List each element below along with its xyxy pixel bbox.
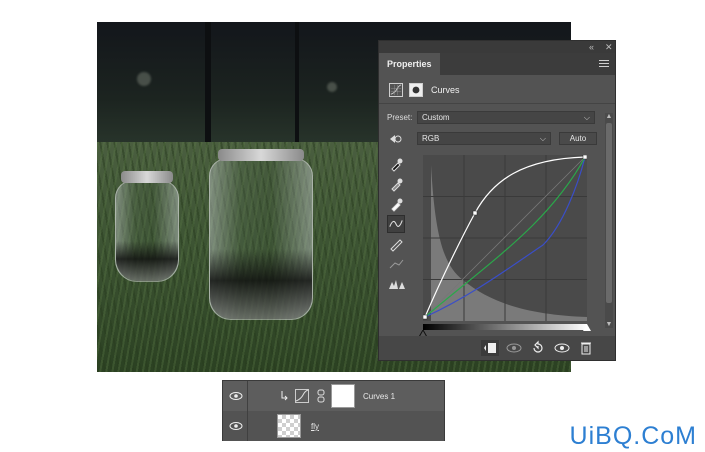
layer-row-curves[interactable]: Curves 1 bbox=[223, 381, 444, 412]
bokeh-light bbox=[327, 82, 337, 92]
scroll-down-icon[interactable]: ▼ bbox=[605, 321, 613, 328]
pencil-icon[interactable] bbox=[387, 235, 405, 253]
layer-name[interactable]: fly bbox=[311, 422, 319, 431]
divider bbox=[379, 103, 615, 104]
properties-panel: « ✕ Properties Curves Preset: Custom ⌵ R… bbox=[378, 40, 616, 361]
visibility-icon[interactable] bbox=[229, 390, 243, 402]
preset-label: Preset: bbox=[387, 113, 413, 122]
layers-panel: Curves 1 fly bbox=[222, 380, 445, 441]
white-point-slider[interactable] bbox=[583, 324, 591, 331]
curves-adjustment-icon bbox=[295, 389, 309, 403]
divider bbox=[247, 411, 248, 441]
layer-mask-thumbnail[interactable] bbox=[331, 384, 355, 408]
panel-title-strip: « ✕ bbox=[379, 41, 615, 53]
scrollbar-thumb[interactable] bbox=[606, 123, 612, 303]
chevron-down-icon: ⌵ bbox=[583, 113, 590, 122]
bokeh-light bbox=[137, 72, 151, 86]
scroll-up-icon[interactable]: ▲ bbox=[605, 113, 613, 120]
clipping-warning-icon[interactable] bbox=[387, 275, 405, 293]
fence-post bbox=[295, 22, 299, 152]
clip-to-layer-icon[interactable] bbox=[481, 340, 499, 356]
curve-edit-icon[interactable] bbox=[387, 215, 405, 233]
layer-row-fly[interactable]: fly bbox=[223, 411, 444, 441]
toggle-previous-icon[interactable] bbox=[505, 340, 523, 356]
fence-post bbox=[205, 22, 211, 152]
input-gradient-bar bbox=[423, 324, 587, 330]
collapse-panel-button[interactable]: « bbox=[589, 41, 594, 53]
curve-point-mid[interactable] bbox=[472, 210, 478, 216]
chevron-down-icon: ⌵ bbox=[539, 134, 546, 143]
curve-point-white[interactable] bbox=[582, 155, 587, 160]
jar-lid bbox=[218, 149, 304, 161]
preset-value: Custom bbox=[422, 113, 450, 122]
divider bbox=[247, 381, 248, 411]
auto-button[interactable]: Auto bbox=[559, 132, 597, 145]
panel-bottom-bar bbox=[379, 336, 615, 360]
on-image-adjust-icon[interactable] bbox=[387, 131, 405, 147]
jar-base bbox=[210, 249, 312, 319]
visibility-icon[interactable] bbox=[553, 340, 571, 356]
channel-dropdown[interactable]: RGB ⌵ bbox=[417, 132, 551, 145]
panel-tab-bar: Properties bbox=[379, 53, 615, 75]
watermark: UiBQ.CoM bbox=[569, 422, 697, 450]
eyedropper-white-icon[interactable] bbox=[387, 195, 405, 213]
smooth-icon[interactable] bbox=[387, 255, 405, 273]
curve-point-black[interactable] bbox=[423, 314, 428, 320]
eyedropper-gray-icon[interactable] bbox=[387, 175, 405, 193]
close-panel-button[interactable]: ✕ bbox=[605, 41, 613, 53]
jar-lid bbox=[120, 171, 174, 183]
eyedropper-black-icon[interactable] bbox=[387, 155, 405, 173]
curves-adjustment-icon[interactable] bbox=[389, 83, 403, 97]
visibility-icon[interactable] bbox=[229, 420, 243, 432]
tab-properties[interactable]: Properties bbox=[379, 53, 440, 75]
delete-icon[interactable] bbox=[577, 340, 595, 356]
chain-link-icon[interactable] bbox=[317, 389, 325, 403]
preset-dropdown[interactable]: Custom ⌵ bbox=[417, 111, 595, 124]
large-jar bbox=[209, 149, 313, 320]
jar-base bbox=[116, 241, 178, 281]
curves-graph[interactable] bbox=[423, 155, 587, 321]
adjustment-title: Curves bbox=[431, 85, 460, 95]
layer-name[interactable]: Curves 1 bbox=[363, 392, 395, 401]
small-jar bbox=[115, 171, 179, 282]
clip-arrow-icon bbox=[281, 391, 288, 401]
reset-icon[interactable] bbox=[529, 340, 547, 356]
layer-mask-icon[interactable] bbox=[409, 83, 423, 97]
panel-scrollbar[interactable]: ▲ ▼ bbox=[605, 113, 613, 328]
layer-thumbnail[interactable] bbox=[277, 414, 301, 438]
channel-value: RGB bbox=[422, 134, 440, 143]
panel-menu-icon[interactable] bbox=[599, 58, 609, 70]
